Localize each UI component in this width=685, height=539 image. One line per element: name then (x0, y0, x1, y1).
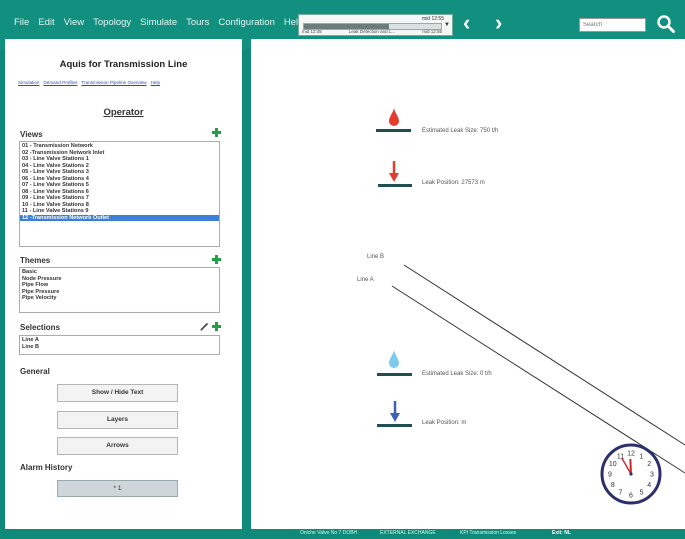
menu-topology[interactable]: Topology (93, 17, 131, 28)
link-demand-profiles[interactable]: Demand Profiles (43, 80, 77, 85)
themes-list[interactable]: Basic Node Pressure Pipe Flow Pipe Pressure… (19, 267, 220, 313)
clock-numeral: 12 (627, 451, 635, 458)
layers-button[interactable]: Layers (57, 411, 178, 429)
pipe-segment (377, 373, 412, 376)
link-simulation[interactable]: Simulation (18, 80, 39, 85)
clock-numeral: 8 (611, 482, 615, 489)
view-list-item[interactable]: 12 -Transmission Network Outlet (20, 214, 219, 221)
clock-numeral: 5 (640, 490, 644, 497)
clock-numeral: 1 (640, 453, 644, 460)
menu-view[interactable]: View (64, 17, 84, 28)
estimated-leak-size-label-2: Estimated Leak Size: 0 t/h (422, 371, 492, 377)
time-left-label: mid 12:45 (302, 29, 322, 34)
status-item-2[interactable]: EXTERNAL EXCHANGE (380, 530, 436, 536)
back-arrow-icon[interactable]: ‹ (463, 10, 470, 36)
network-canvas[interactable]: Estimated Leak Size: 750 t/h Leak Positi… (251, 39, 685, 529)
search-icon[interactable] (656, 14, 676, 34)
status-item-3[interactable]: KPI Transmission Losses (460, 530, 516, 536)
alarm-history-button[interactable]: * 1 (57, 480, 178, 497)
views-list[interactable]: 01 - Transmission Network 02 -Transmissio… (19, 141, 220, 247)
menu-tours[interactable]: Tours (186, 17, 209, 28)
arrows-button[interactable]: Arrows (57, 437, 178, 455)
app-title: Aquis for Transmission Line (59, 59, 188, 70)
clock-numeral: 7 (619, 490, 623, 497)
add-selection-icon[interactable] (212, 322, 221, 331)
clock-numeral: 10 (609, 461, 617, 468)
link-pipeline-overview[interactable]: Transmission Pipeline Overview (81, 80, 146, 85)
dropdown-caret-icon[interactable]: ▼ (444, 22, 450, 28)
selections-header: Selections (20, 323, 61, 332)
theme-list-item[interactable]: Pipe Velocity (20, 295, 219, 302)
leak-drop-blue-icon (389, 350, 399, 368)
add-theme-icon[interactable] (212, 255, 221, 264)
alarm-history-header: Alarm History (20, 463, 73, 472)
time-center-label: Leak Detection and L... (348, 29, 396, 34)
clock-icon: 1234567891011 12 (600, 443, 662, 505)
menu-simulate[interactable]: Simulate (140, 17, 177, 28)
status-bar: Oniche Valve No 7 DOBH EXTERNAL EXCHANGE… (0, 529, 685, 539)
time-top-label: mid 12:55 (422, 16, 444, 22)
role-heading: Operator (103, 107, 144, 118)
menu-edit[interactable]: Edit (38, 17, 54, 28)
selection-list-item[interactable]: Line B (20, 344, 219, 351)
clock-numeral: 3 (650, 472, 654, 479)
menu-configuration[interactable]: Configuration (218, 17, 275, 28)
forward-arrow-icon[interactable]: › (495, 10, 502, 36)
selections-list[interactable]: Line A Line B (19, 335, 220, 355)
link-help[interactable]: Help (151, 80, 160, 85)
sidebar-panel: Aquis for Transmission Line Simulation D… (5, 39, 242, 529)
clock-numeral: 6 (629, 493, 633, 500)
simulation-time-slider[interactable]: mid 12:55 ▼ mid 12:45 Leak Detection and… (298, 14, 453, 36)
views-header: Views (20, 130, 43, 139)
clock-numeral: 2 (647, 461, 651, 468)
edit-pencil-icon[interactable] (200, 322, 209, 331)
status-item-4[interactable]: Exit: NL (552, 530, 571, 536)
leak-position-label-2: Leak Position: m (422, 420, 467, 426)
sidebar-links: Simulation Demand Profiles Transmission … (18, 80, 160, 85)
add-view-icon[interactable] (212, 128, 221, 137)
show-hide-text-button[interactable]: Show / Hide Text (57, 384, 178, 402)
time-right-label: mid 12:55 (422, 29, 442, 34)
menu-file[interactable]: File (14, 17, 29, 28)
status-item-1[interactable]: Oniche Valve No 7 DOBH (300, 530, 357, 536)
menu-bar: File Edit View Topology Simulate Tours C… (14, 17, 303, 28)
pipe-segment (377, 424, 412, 427)
themes-header: Themes (20, 256, 51, 265)
leak-position-arrow-blue-icon (390, 401, 400, 422)
general-header: General (20, 367, 50, 376)
search-input[interactable] (579, 18, 646, 32)
clock-numeral: 4 (647, 482, 651, 489)
clock-numeral: 9 (608, 472, 612, 479)
